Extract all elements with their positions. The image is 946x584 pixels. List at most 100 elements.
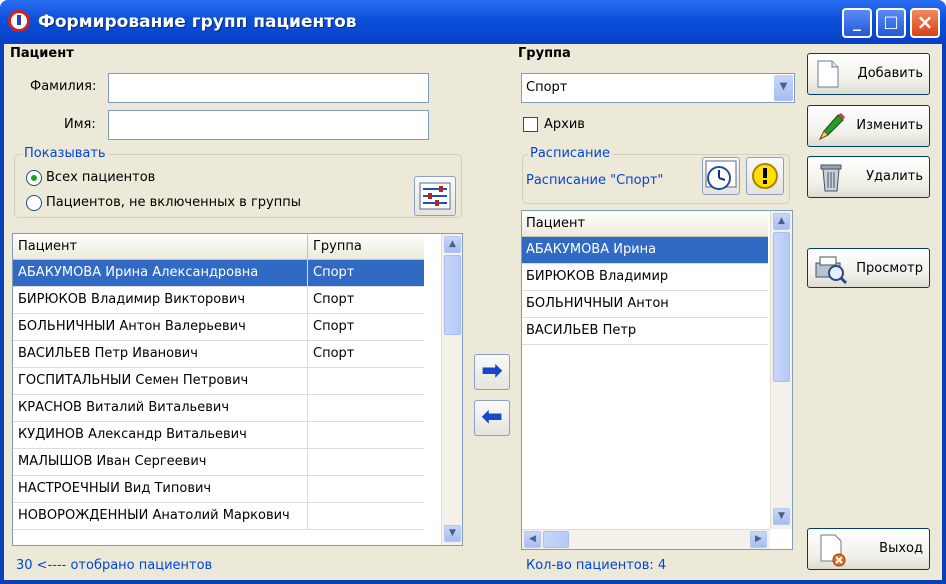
hscroll-thumb[interactable]	[543, 531, 569, 548]
group-cell: Спорт	[313, 346, 355, 361]
table-row[interactable]: АБАКУМОВА Ирина Александровна Спорт	[13, 260, 424, 287]
archive-checkbox[interactable]	[523, 117, 538, 132]
app-icon	[8, 10, 30, 32]
filter-settings-button[interactable]	[414, 176, 456, 216]
patient-cell: АБАКУМОВА Ирина Александровна	[18, 265, 259, 280]
patient-cell: ВАСИЛЬЕВ Петр Иванович	[18, 346, 198, 361]
patient-cell: НАСТРОЕЧНЫЙ Вид Типович	[18, 481, 212, 496]
title-bar[interactable]: Формирование групп пациентов _ □ ×	[0, 0, 946, 44]
radio-all-patients[interactable]	[26, 170, 42, 186]
column-divider	[307, 422, 308, 449]
print-preview-icon	[815, 256, 848, 285]
name-input[interactable]	[108, 110, 429, 140]
scroll-down-icon[interactable]: ▼	[773, 508, 790, 525]
edit-button-label: Изменить	[856, 118, 923, 133]
patient-cell: АБАКУМОВА Ирина	[526, 242, 657, 257]
preview-button-label: Просмотр	[856, 261, 923, 276]
patient-cell: МАЛЫШОВ Иван Сергеевич	[18, 454, 207, 469]
schedule-clock-button[interactable]	[702, 157, 740, 195]
window-title: Формирование групп пациентов	[38, 12, 357, 32]
arrow-left-icon: ⬅	[481, 402, 503, 432]
group-column-header-patient[interactable]: Пациент	[526, 216, 585, 231]
table-row[interactable]: БИРЮКОВ Владимир	[522, 264, 768, 291]
schedule-warning-button[interactable]	[746, 157, 784, 195]
group-cell: Спорт	[313, 265, 355, 280]
exit-button-label: Выход	[879, 541, 923, 556]
scroll-right-icon[interactable]: ▶	[750, 531, 767, 548]
group-table-hscrollbar[interactable]: ◀ ▶	[522, 529, 770, 549]
patient-cell: БОЛЬНИЧНЫЙ Антон Валерьевич	[18, 319, 246, 334]
column-divider	[307, 476, 308, 503]
scroll-up-icon[interactable]: ▲	[773, 213, 790, 230]
add-button-label: Добавить	[857, 66, 923, 81]
scroll-left-icon[interactable]: ◀	[524, 531, 541, 548]
table-row[interactable]: МАЛЫШОВ Иван Сергеевич	[13, 449, 424, 476]
schedule-text: Расписание "Спорт"	[526, 173, 664, 188]
table-row[interactable]: КРАСНОВ Виталий Витальевич	[13, 395, 424, 422]
group-select-value: Спорт	[526, 80, 568, 95]
new-document-icon	[817, 60, 839, 88]
clock-icon	[705, 160, 737, 190]
patient-cell: НОВОРОЖДЕННЫЙ Анатолий Маркович	[18, 508, 290, 523]
column-divider	[307, 395, 308, 422]
maximize-button[interactable]: □	[876, 8, 906, 38]
radio-ungrouped-patients[interactable]	[26, 195, 42, 211]
add-to-group-button[interactable]: ➡	[474, 354, 510, 390]
column-divider	[307, 314, 308, 341]
table-row[interactable]: КУДИНОВ Александр Витальевич	[13, 422, 424, 449]
column-divider	[307, 368, 308, 395]
patient-cell: КУДИНОВ Александр Витальевич	[18, 427, 247, 442]
scroll-thumb[interactable]	[444, 255, 461, 335]
table-row[interactable]: БОЛЬНИЧНЫЙ Антон Валерьевич Спорт	[13, 314, 424, 341]
table-row[interactable]: ВАСИЛЬЕВ Петр Иванович Спорт	[13, 341, 424, 368]
arrow-right-icon: ➡	[481, 356, 503, 386]
scroll-up-icon[interactable]: ▲	[444, 236, 461, 253]
radio-all-patients-label[interactable]: Всех пациентов	[46, 170, 155, 185]
group-cell: Спорт	[313, 292, 355, 307]
trash-icon	[820, 164, 842, 192]
add-button[interactable]: Добавить	[807, 53, 930, 95]
close-button[interactable]: ×	[910, 8, 940, 38]
scroll-thumb[interactable]	[773, 232, 790, 382]
patient-section-header: Пациент	[10, 46, 74, 61]
exit-icon	[820, 534, 846, 567]
delete-button[interactable]: Удалить	[807, 156, 930, 198]
table-row[interactable]: НАСТРОЕЧНЫЙ Вид Типович	[13, 476, 424, 503]
surname-input[interactable]	[108, 73, 429, 103]
patients-table-scrollbar[interactable]: ▲ ▼	[441, 234, 462, 545]
archive-label[interactable]: Архив	[544, 117, 585, 132]
surname-label: Фамилия:	[30, 79, 97, 94]
patient-cell: БИРЮКОВ Владимир Викторович	[18, 292, 246, 307]
table-row[interactable]: ВАСИЛЬЕВ Петр	[522, 318, 768, 345]
table-row[interactable]: ГОСПИТАЛЬНЫЙ Семен Петрович	[13, 368, 424, 395]
minimize-button[interactable]: _	[842, 8, 872, 38]
chevron-down-icon[interactable]: ▼	[774, 75, 793, 101]
table-row[interactable]: БИРЮКОВ Владимир Викторович Спорт	[13, 287, 424, 314]
table-row[interactable]: БОЛЬНИЧНЫЙ Антон	[522, 291, 768, 318]
patients-table-header: Пациент Группа	[13, 234, 424, 260]
remove-from-group-button[interactable]: ⬅	[474, 400, 510, 436]
column-divider	[307, 260, 308, 287]
table-row[interactable]: НОВОРОЖДЕННЫЙ Анатолий Маркович	[13, 503, 424, 530]
app-window: Формирование групп пациентов _ □ × Пацие…	[0, 0, 946, 584]
group-select[interactable]: Спорт ▼	[521, 73, 795, 103]
column-divider	[307, 503, 308, 530]
preview-button[interactable]: Просмотр	[807, 248, 930, 288]
column-divider	[307, 449, 308, 476]
column-divider	[307, 287, 308, 314]
group-table-header: Пациент	[522, 211, 768, 237]
scroll-down-icon[interactable]: ▼	[444, 525, 461, 542]
client-area: Пациент Фамилия: Имя: Показывать Всех па…	[4, 44, 942, 580]
patient-cell: ГОСПИТАЛЬНЫЙ Семен Петрович	[18, 373, 249, 388]
group-table-vscrollbar[interactable]: ▲ ▼	[770, 211, 792, 529]
table-row[interactable]: АБАКУМОВА Ирина	[522, 237, 768, 264]
radio-ungrouped-patients-label[interactable]: Пациентов, не включенных в группы	[46, 195, 301, 210]
column-header-patient[interactable]: Пациент	[18, 239, 77, 254]
exit-button[interactable]: Выход	[807, 528, 930, 570]
column-divider	[307, 341, 308, 368]
column-header-group[interactable]: Группа	[313, 239, 362, 254]
edit-button[interactable]: Изменить	[807, 105, 930, 147]
patient-cell: БОЛЬНИЧНЫЙ Антон	[526, 296, 669, 311]
schedule-title: Расписание	[528, 146, 612, 161]
group-section-header: Группа	[518, 46, 571, 61]
